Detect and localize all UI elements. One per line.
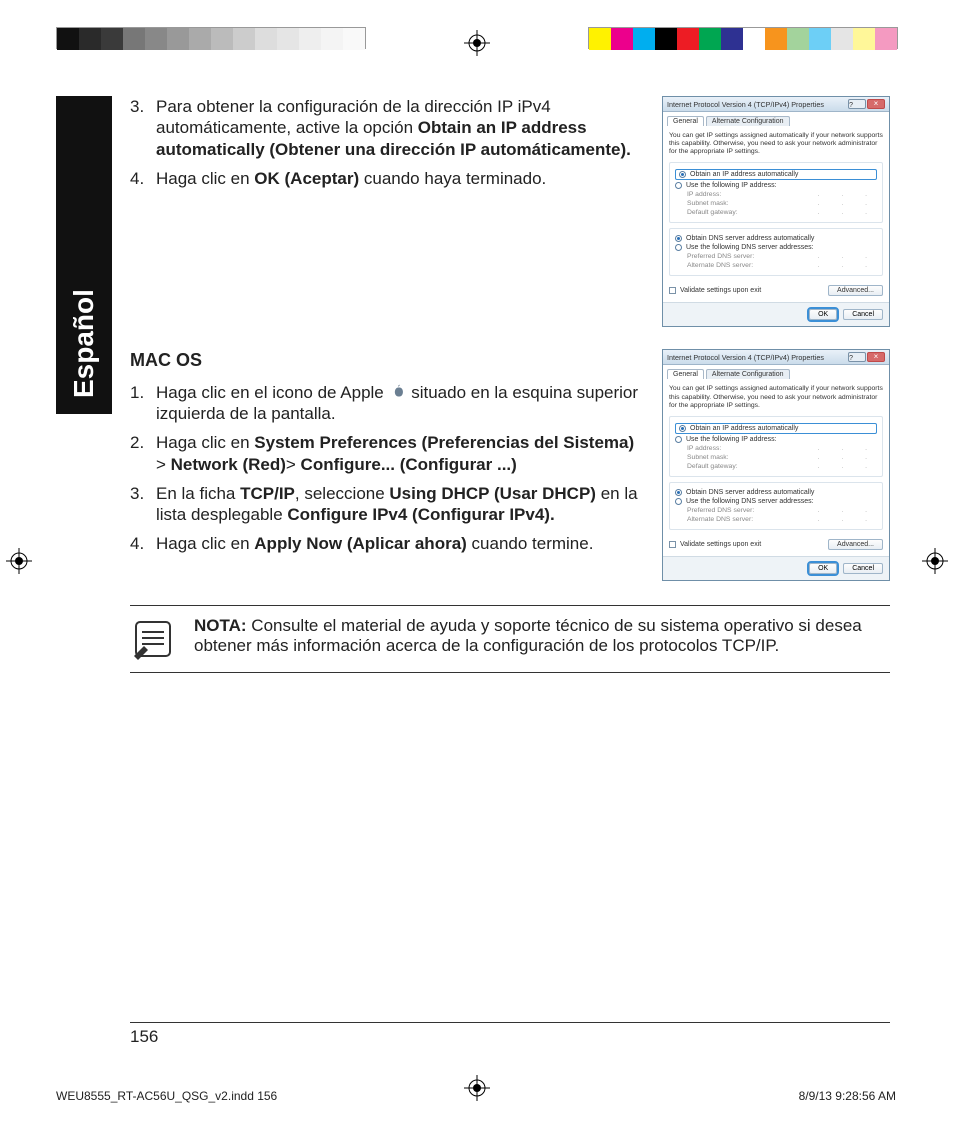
field-ip: IP address:. . . (687, 445, 877, 452)
note-icon (130, 616, 176, 662)
field-gw: Default gateway:. . . (687, 463, 877, 470)
tab-general: General (667, 116, 704, 126)
field-mask: Subnet mask:. . . (687, 454, 877, 461)
tcpip-dialog-screenshot: Internet Protocol Version 4 (TCP/IPv4) P… (662, 96, 890, 327)
radio-use-ip: Use the following IP address: (675, 436, 877, 443)
list-item: 1. Haga clic en el icono de Apple situad… (130, 382, 648, 425)
list-item: 4. Haga clic en OK (Aceptar) cuando haya… (130, 168, 648, 189)
grayscale-colorbar (56, 27, 366, 49)
field-mask: Subnet mask:. . . (687, 200, 877, 207)
list-item: 3. Para obtener la configuración de la d… (130, 96, 648, 160)
slug-filename: WEU8555_RT-AC56U_QSG_v2.indd 156 (56, 1089, 277, 1103)
tab-alternate: Alternate Configuration (706, 116, 790, 126)
step-number: 3. (130, 483, 156, 526)
tab-alternate: Alternate Configuration (706, 369, 790, 379)
macos-steps-list: 1. Haga clic en el icono de Apple situad… (130, 382, 648, 555)
registration-mark-icon (464, 30, 490, 56)
step-number: 1. (130, 382, 156, 425)
close-icon: × (867, 99, 885, 109)
radio-obtain-ip: Obtain an IP address automatically (675, 169, 877, 180)
registration-mark-icon (922, 548, 948, 574)
note-body: Consulte el material de ayuda y soporte … (194, 616, 862, 655)
field-adns: Alternate DNS server:. . . (687, 516, 877, 523)
dialog-description: You can get IP settings assigned automat… (669, 385, 883, 409)
radio-obtain-dns: Obtain DNS server address automatically (675, 489, 877, 496)
slug-timestamp: 8/9/13 9:28:56 AM (799, 1089, 896, 1103)
radio-use-dns: Use the following DNS server addresses: (675, 244, 877, 251)
advanced-button: Advanced... (828, 285, 883, 296)
field-adns: Alternate DNS server:. . . (687, 262, 877, 269)
cancel-button: Cancel (843, 563, 883, 574)
radio-use-dns: Use the following DNS server addresses: (675, 498, 877, 505)
radio-use-ip: Use the following IP address: (675, 182, 877, 189)
window-controls: ?× (848, 352, 885, 362)
registration-mark-icon (6, 548, 32, 574)
dialog-title: Internet Protocol Version 4 (TCP/IPv4) P… (667, 100, 824, 109)
help-icon: ? (848, 99, 866, 109)
print-slug: WEU8555_RT-AC56U_QSG_v2.indd 156 8/9/13 … (56, 1089, 896, 1103)
ok-button: OK (809, 309, 837, 320)
checkbox-validate: Validate settings upon exit (669, 287, 761, 294)
help-icon: ? (848, 352, 866, 362)
tcpip-dialog-screenshot: Internet Protocol Version 4 (TCP/IPv4) P… (662, 349, 890, 580)
list-item: 3. En la ficha TCP/IP, seleccione Using … (130, 483, 648, 526)
radio-obtain-ip: Obtain an IP address automatically (675, 423, 877, 434)
advanced-button: Advanced... (828, 539, 883, 550)
process-colorbar (588, 27, 898, 49)
checkbox-validate: Validate settings upon exit (669, 541, 761, 548)
cancel-button: Cancel (843, 309, 883, 320)
field-pdns: Preferred DNS server:. . . (687, 253, 877, 260)
field-gw: Default gateway:. . . (687, 209, 877, 216)
dialog-description: You can get IP settings assigned automat… (669, 132, 883, 156)
list-item: 4. Haga clic en Apply Now (Aplicar ahora… (130, 533, 648, 554)
ok-button: OK (809, 563, 837, 574)
step-number: 4. (130, 168, 156, 189)
dialog-title: Internet Protocol Version 4 (TCP/IPv4) P… (667, 353, 824, 362)
step-number: 3. (130, 96, 156, 160)
language-tab: Español (56, 96, 112, 414)
tab-general: General (667, 369, 704, 379)
step-number: 4. (130, 533, 156, 554)
radio-obtain-dns: Obtain DNS server address automatically (675, 235, 877, 242)
page-number: 156 (130, 1022, 890, 1047)
note-label: NOTA: (194, 616, 247, 635)
step-number: 2. (130, 432, 156, 475)
field-pdns: Preferred DNS server:. . . (687, 507, 877, 514)
note-box: NOTA: Consulte el material de ayuda y so… (130, 605, 890, 673)
macos-heading: MAC OS (130, 349, 648, 372)
apple-icon (389, 383, 407, 401)
close-icon: × (867, 352, 885, 362)
window-controls: ?× (848, 99, 885, 109)
windows-steps-list: 3. Para obtener la configuración de la d… (130, 96, 648, 189)
list-item: 2. Haga clic en System Preferences (Pref… (130, 432, 648, 475)
field-ip: IP address:. . . (687, 191, 877, 198)
